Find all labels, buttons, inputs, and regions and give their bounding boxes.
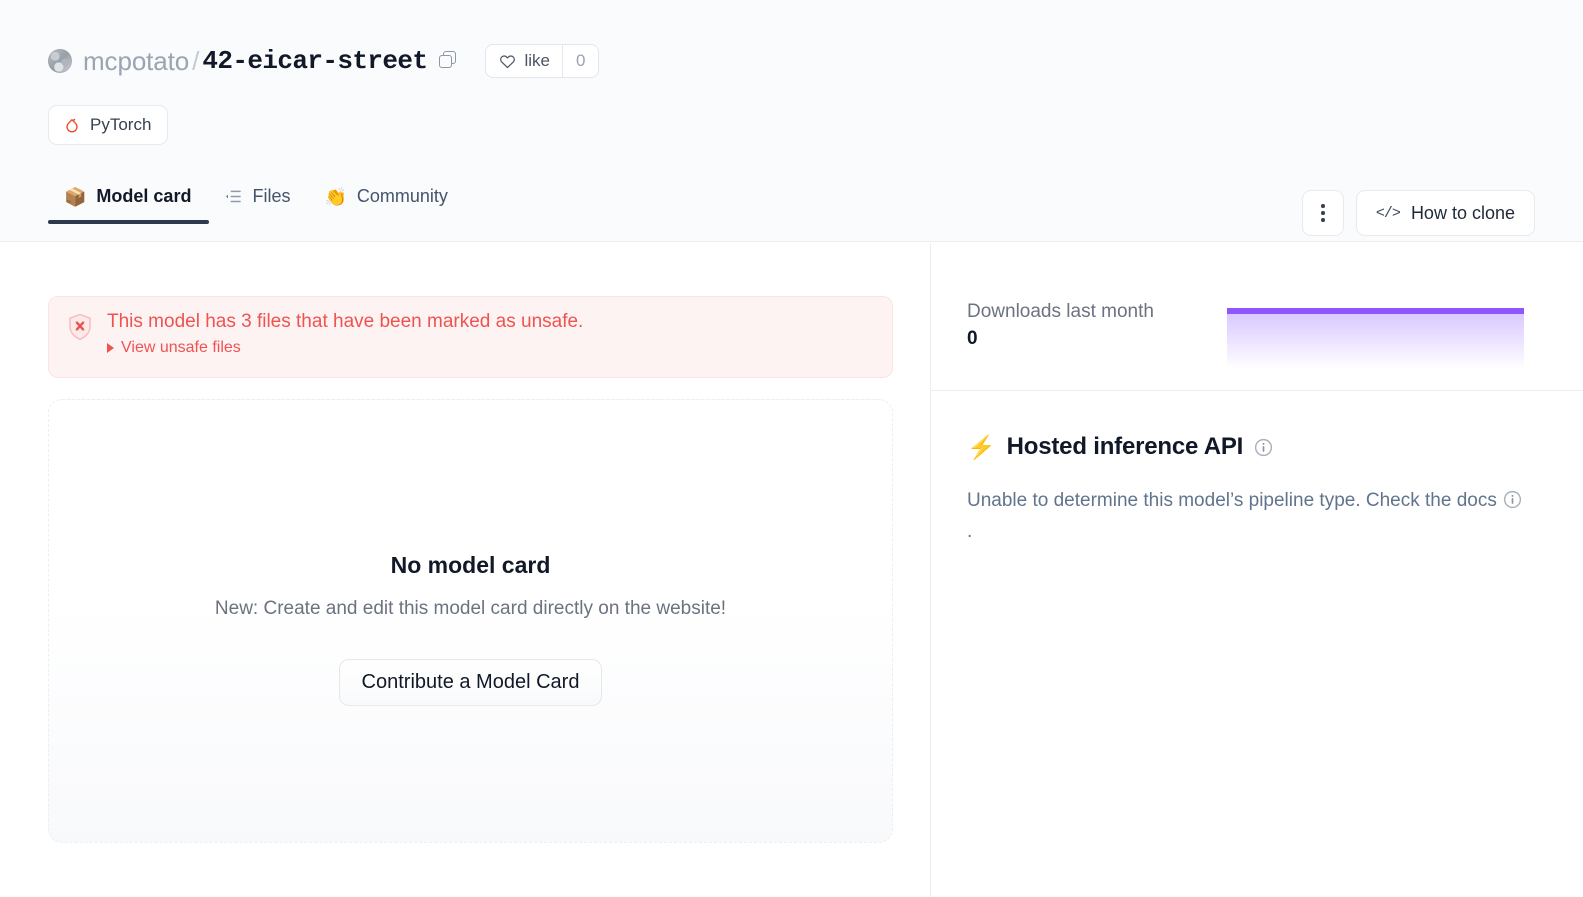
view-unsafe-files-link[interactable]: View unsafe files	[107, 339, 583, 357]
no-model-card-subtitle: New: Create and edit this model card dir…	[215, 598, 726, 620]
sidebar: Downloads last month 0 ⚡ Hosted inferenc…	[930, 243, 1583, 897]
owner-avatar[interactable]	[48, 49, 72, 73]
header-actions: </> How to clone	[1302, 190, 1535, 236]
shield-x-icon	[67, 313, 93, 341]
hosted-inference-api-section: ⚡ Hosted inference API Unable to determi…	[931, 391, 1583, 548]
repo-owner[interactable]: mcpotato	[83, 46, 189, 77]
model-card-empty-state: No model card New: Create and edit this …	[48, 399, 893, 843]
downloads-value: 0	[967, 328, 978, 350]
main-content: This model has 3 files that have been ma…	[0, 243, 930, 897]
repo-name[interactable]: 42-eicar-street	[202, 46, 427, 76]
info-circle-icon[interactable]	[1503, 490, 1522, 509]
like-button[interactable]: like 0	[485, 44, 599, 78]
downloads-section: Downloads last month 0	[931, 243, 1583, 391]
inference-body-text: Unable to determine this model’s pipelin…	[967, 490, 1497, 511]
hosted-inference-api-body: Unable to determine this model’s pipelin…	[967, 485, 1527, 548]
kebab-dot	[1321, 204, 1325, 208]
cube-icon: 📦	[64, 188, 86, 206]
tab-bar: 📦 Model card Files 👏 Community	[48, 186, 466, 223]
like-button-main[interactable]: like	[486, 45, 562, 77]
unsafe-files-alert: This model has 3 files that have been ma…	[48, 296, 893, 378]
copy-icon-front	[439, 55, 452, 68]
repo-separator: /	[192, 46, 199, 77]
like-count: 0	[562, 45, 598, 77]
model-page: mcpotato / 42-eicar-street like 0	[0, 0, 1583, 897]
downloads-sparkline-chart	[1227, 279, 1524, 369]
alert-message: This model has 3 files that have been ma…	[107, 310, 583, 334]
view-unsafe-files-label: View unsafe files	[121, 339, 241, 357]
alert-text: This model has 3 files that have been ma…	[107, 310, 583, 377]
tag-label: PyTorch	[90, 115, 151, 135]
kebab-dot	[1321, 211, 1325, 215]
tab-model-card[interactable]: 📦 Model card	[48, 186, 209, 223]
tab-model-card-label: Model card	[96, 186, 191, 207]
no-model-card-title: No model card	[391, 552, 551, 579]
tag-list: PyTorch	[48, 105, 168, 145]
contribute-model-card-button[interactable]: Contribute a Model Card	[339, 659, 603, 706]
repo-title-row: mcpotato / 42-eicar-street like 0	[48, 44, 599, 78]
kebab-dot	[1321, 218, 1325, 222]
files-list-icon	[225, 189, 242, 204]
how-to-clone-label: How to clone	[1411, 203, 1515, 224]
tag-pytorch[interactable]: PyTorch	[48, 105, 168, 145]
pytorch-logo-icon	[63, 116, 81, 135]
downloads-label: Downloads last month	[967, 301, 1154, 323]
info-circle-icon[interactable]	[1254, 438, 1273, 457]
lightning-bolt-icon: ⚡	[967, 436, 996, 459]
like-label: like	[524, 51, 550, 71]
page-header: mcpotato / 42-eicar-street like 0	[0, 0, 1583, 242]
tab-community-label: Community	[357, 186, 448, 207]
heart-icon	[499, 53, 516, 70]
clapping-hands-icon: 👏	[324, 188, 346, 206]
more-options-button[interactable]	[1302, 190, 1344, 236]
inference-body-period: .	[967, 521, 972, 542]
tab-files-label: Files	[252, 186, 290, 207]
code-brackets-icon: </>	[1376, 205, 1400, 222]
hosted-inference-api-header: ⚡ Hosted inference API	[967, 433, 1547, 461]
contribute-model-card-label: Contribute a Model Card	[362, 671, 580, 694]
tab-files[interactable]: Files	[209, 186, 308, 223]
tab-community[interactable]: 👏 Community	[308, 186, 465, 223]
how-to-clone-button[interactable]: </> How to clone	[1356, 190, 1535, 236]
hosted-inference-api-title: Hosted inference API	[1007, 433, 1244, 461]
triangle-right-icon	[107, 343, 114, 353]
copy-icon[interactable]	[439, 51, 459, 71]
